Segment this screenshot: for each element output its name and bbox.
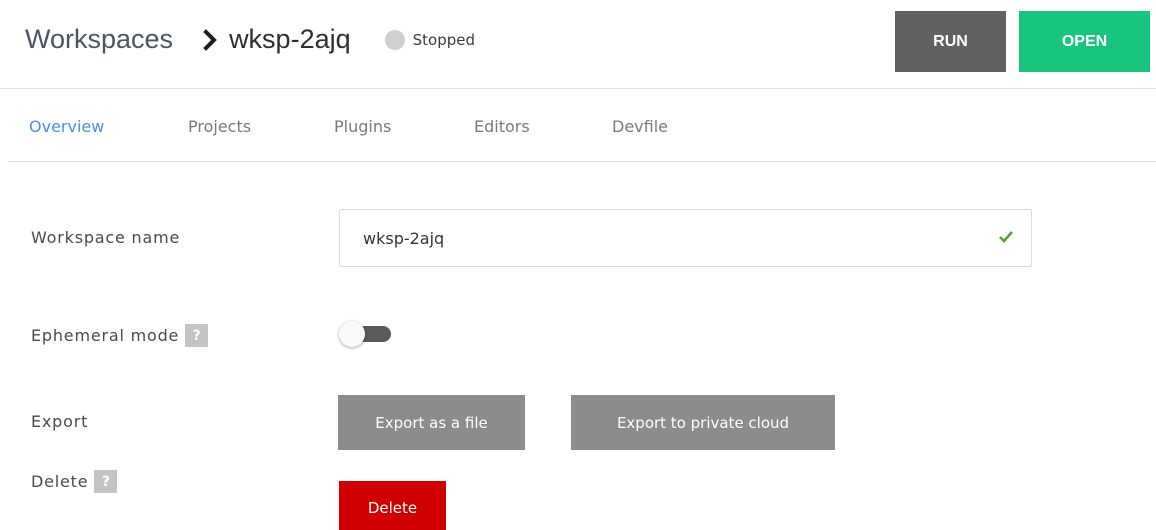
toggle-knob — [339, 321, 365, 347]
tab-bar: Overview Projects Plugins Editors Devfil… — [8, 89, 1156, 162]
export-as-file-button[interactable]: Export as a file — [338, 395, 525, 450]
export-label-text: Export — [31, 412, 89, 431]
check-icon — [999, 231, 1013, 243]
delete-label-text: Delete — [31, 472, 89, 491]
chevron-right-icon — [203, 28, 217, 51]
workspace-name-input[interactable] — [339, 209, 1032, 267]
ephemeral-mode-label-text: Ephemeral mode — [31, 326, 180, 345]
run-button[interactable]: RUN — [895, 11, 1006, 72]
status-label: Stopped — [412, 30, 475, 49]
tab-devfile[interactable]: Devfile — [612, 117, 668, 136]
ephemeral-mode-label: Ephemeral mode ? — [31, 324, 209, 347]
breadcrumb: Workspaces wksp-2ajq Stopped — [25, 24, 475, 55]
workspace-name-label-text: Workspace name — [31, 228, 181, 247]
help-icon[interactable]: ? — [94, 470, 118, 493]
workspace-header: Workspaces wksp-2ajq Stopped RUN OPEN — [0, 0, 1156, 89]
tab-plugins[interactable]: Plugins — [334, 117, 391, 136]
status-indicator-icon — [384, 29, 405, 50]
tab-overview[interactable]: Overview — [29, 117, 104, 136]
open-button[interactable]: OPEN — [1019, 11, 1150, 72]
delete-label: Delete ? — [31, 470, 118, 493]
tab-editors[interactable]: Editors — [474, 117, 530, 136]
ephemeral-mode-toggle[interactable] — [339, 321, 391, 347]
delete-workspace-button[interactable]: Delete — [339, 481, 446, 530]
export-to-private-cloud-button[interactable]: Export to private cloud — [571, 395, 835, 450]
breadcrumb-workspaces-link[interactable]: Workspaces — [25, 24, 173, 55]
tab-projects[interactable]: Projects — [188, 117, 251, 136]
help-icon[interactable]: ? — [185, 324, 209, 347]
export-label: Export — [31, 412, 88, 431]
workspace-name-label: Workspace name — [31, 228, 180, 247]
breadcrumb-current-workspace: wksp-2ajq — [229, 24, 351, 54]
